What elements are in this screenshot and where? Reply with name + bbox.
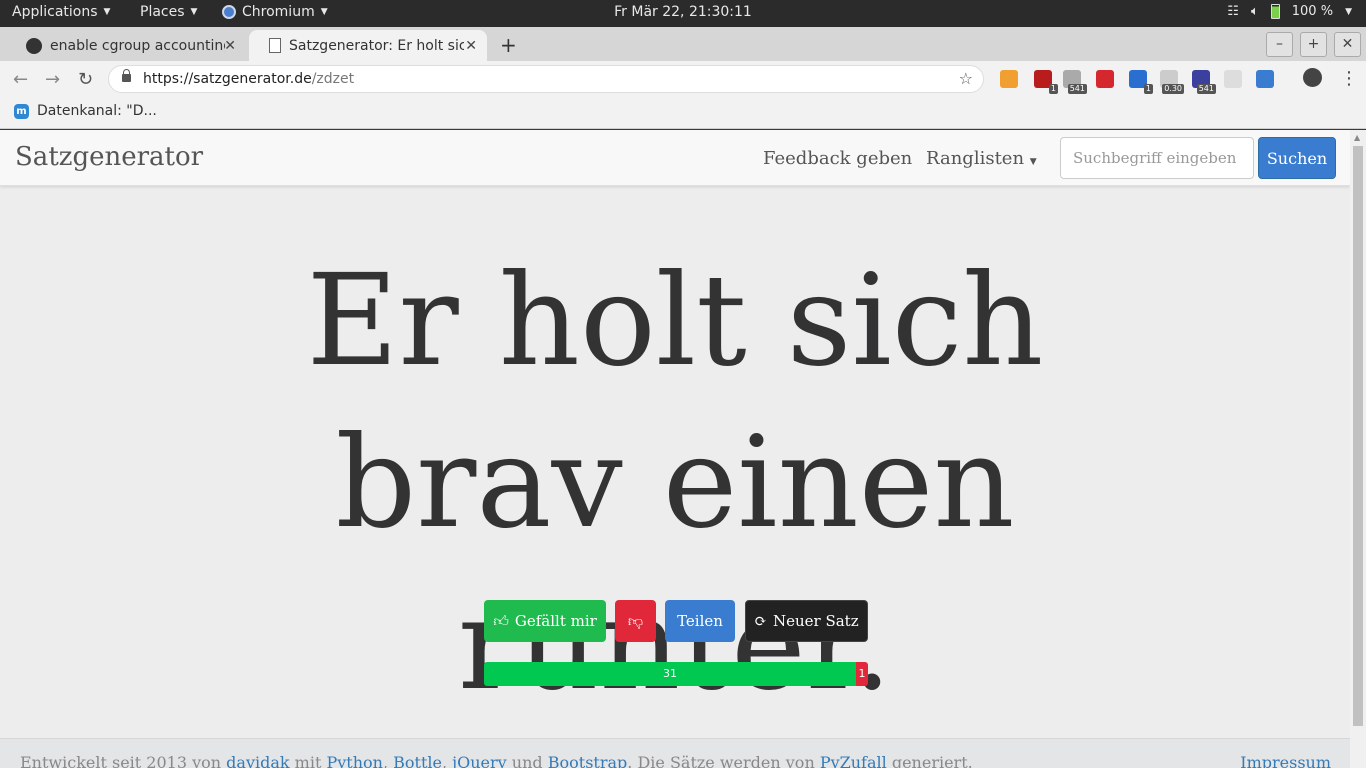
ext-pdf-icon[interactable] bbox=[1096, 70, 1114, 88]
search-button[interactable]: Suchen bbox=[1258, 137, 1336, 179]
volume-icon: 🔈︎ bbox=[1250, 4, 1259, 19]
ext-bars-icon[interactable] bbox=[1224, 70, 1242, 88]
close-tab-icon[interactable]: ✕ bbox=[465, 38, 477, 54]
footer-text: , bbox=[441, 753, 453, 768]
tab-title: enable cgroup accounting bbox=[50, 37, 225, 54]
sentence-line: Er holt sich bbox=[306, 247, 1044, 394]
forward-arrow-icon[interactable]: → bbox=[45, 69, 60, 90]
new-sentence-label: Neuer Satz bbox=[772, 612, 859, 630]
python-link[interactable]: Python bbox=[326, 753, 382, 768]
extension-badge: 541 bbox=[1067, 84, 1087, 94]
ext-s-icon[interactable]: 1 bbox=[1129, 70, 1153, 94]
rating-up-count: 31 bbox=[484, 662, 856, 686]
site-navbar: Satzgenerator Feedback geben Ranglisten … bbox=[0, 130, 1350, 186]
new-sentence-button[interactable]: ⟳ Neuer Satz bbox=[745, 600, 868, 642]
network-icon: ☷ bbox=[1227, 4, 1239, 19]
system-tray[interactable]: ☷ 🔈︎ 100 % ▼ bbox=[1227, 4, 1352, 19]
tab-github[interactable]: enable cgroup accounting ✕ bbox=[6, 30, 246, 61]
footer-text: und bbox=[506, 753, 548, 768]
nav-feedback-link[interactable]: Feedback geben bbox=[763, 148, 912, 169]
bookmark-star-icon[interactable]: ☆ bbox=[959, 69, 973, 88]
github-icon bbox=[26, 37, 42, 54]
jquery-link[interactable]: jQuery bbox=[452, 753, 507, 768]
refresh-icon: ⟳ bbox=[754, 612, 767, 630]
reload-icon[interactable]: ↻ bbox=[78, 69, 93, 90]
minimize-button[interactable]: – bbox=[1266, 32, 1293, 57]
extension-badge: 1 bbox=[1143, 84, 1153, 94]
ext-face-icon[interactable] bbox=[1000, 70, 1018, 88]
footer-text: Entwickelt seit 2013 von bbox=[20, 753, 227, 768]
author-link[interactable]: davidak bbox=[226, 753, 289, 768]
clock[interactable]: Fr Mär 22, 21:30:11 bbox=[0, 4, 1366, 20]
menu-dots-icon[interactable]: ⋮ bbox=[1340, 68, 1358, 89]
bookmark-label: Datenkanal: "D... bbox=[37, 103, 157, 119]
like-label: Gefällt mir bbox=[514, 612, 597, 630]
share-button[interactable]: Teilen bbox=[665, 600, 735, 642]
caret-down-icon: ▼ bbox=[1345, 6, 1352, 17]
site-footer: Entwickelt seit 2013 von davidak mit Pyt… bbox=[0, 738, 1350, 768]
lock-icon bbox=[122, 69, 131, 82]
ext-blue-icon[interactable]: 541 bbox=[1192, 70, 1216, 94]
new-tab-button[interactable]: + bbox=[500, 33, 517, 57]
mastodon-icon: m bbox=[14, 103, 29, 119]
battery-percent: 100 % bbox=[1291, 4, 1334, 19]
browser-toolbar: ← → ↻ https://satzgenerator.de/zdzet ☆ 1… bbox=[0, 61, 1366, 97]
thumbs-down-icon: 👎︎ bbox=[627, 611, 644, 630]
pyzufall-link[interactable]: PyZufall bbox=[820, 753, 887, 768]
ext-feather-icon[interactable] bbox=[1256, 70, 1274, 88]
footer-text: . Die Sätze werden von bbox=[627, 753, 820, 768]
extension-badge: 0.30 bbox=[1162, 84, 1184, 94]
bookmark-bar: m Datenkanal: "D... bbox=[0, 97, 1366, 129]
profile-avatar-icon[interactable] bbox=[1303, 68, 1322, 87]
battery-icon bbox=[1270, 4, 1280, 19]
close-window-button[interactable]: ✕ bbox=[1334, 32, 1361, 57]
dislike-button[interactable]: 👎︎ bbox=[615, 600, 656, 642]
search-input[interactable] bbox=[1060, 137, 1254, 179]
footer-text: mit bbox=[289, 753, 327, 768]
bootstrap-link[interactable]: Bootstrap bbox=[548, 753, 628, 768]
sentence-actions: 👍︎ Gefällt mir 👎︎ Teilen ⟳ Neuer Satz 31… bbox=[484, 600, 868, 686]
sentence-line: brav einen bbox=[335, 409, 1015, 556]
page-scrollbar[interactable]: ▲ bbox=[1350, 130, 1366, 768]
url-path: /zdzet bbox=[311, 71, 355, 87]
nav-ranking-label: Ranglisten bbox=[926, 148, 1025, 169]
web-page: Satzgenerator Feedback geben Ranglisten … bbox=[0, 130, 1350, 768]
tab-strip: enable cgroup accounting ✕ Satzgenerator… bbox=[0, 27, 1366, 61]
bookmark-item[interactable]: m Datenkanal: "D... bbox=[14, 103, 157, 119]
tab-title: Satzgenerator: Er holt sich brav einen r… bbox=[289, 37, 464, 54]
footer-text: generiert. bbox=[886, 753, 973, 768]
system-top-bar: Applications ▼ Places ▼ Chromium ▼ Fr Mä… bbox=[0, 0, 1366, 27]
close-tab-icon[interactable]: ✕ bbox=[224, 38, 236, 54]
footer-credits: Entwickelt seit 2013 von davidak mit Pyt… bbox=[20, 753, 973, 768]
nav-ranking-dropdown[interactable]: Ranglisten ▼ bbox=[926, 148, 1037, 169]
ext-shield-icon[interactable]: 1 bbox=[1034, 70, 1058, 94]
like-button[interactable]: 👍︎ Gefällt mir bbox=[484, 600, 606, 642]
back-arrow-icon[interactable]: ← bbox=[13, 69, 28, 90]
address-bar[interactable]: https://satzgenerator.de/zdzet ☆ bbox=[108, 65, 984, 93]
url-host: https://satzgenerator.de bbox=[143, 71, 312, 87]
site-brand[interactable]: Satzgenerator bbox=[15, 142, 203, 172]
impressum-link[interactable]: Impressum bbox=[1240, 753, 1331, 768]
bottle-link[interactable]: Bottle bbox=[393, 753, 442, 768]
footer-text: , bbox=[382, 753, 394, 768]
ext-gauge-icon[interactable]: 0.30 bbox=[1160, 70, 1184, 94]
ext-stack-icon[interactable]: 541 bbox=[1063, 70, 1087, 94]
extension-badge: 1 bbox=[1048, 84, 1058, 94]
caret-down-icon: ▼ bbox=[1029, 157, 1037, 167]
extension-badge: 541 bbox=[1196, 84, 1216, 94]
maximize-button[interactable]: + bbox=[1300, 32, 1327, 57]
tab-satzgenerator[interactable]: Satzgenerator: Er holt sich brav einen r… bbox=[249, 30, 487, 61]
rating-down-count: 1 bbox=[856, 662, 868, 686]
scrollbar-thumb[interactable] bbox=[1353, 146, 1363, 726]
thumbs-up-icon: 👍︎ bbox=[493, 611, 509, 630]
rating-bar: 31 1 bbox=[484, 662, 868, 686]
scroll-up-icon[interactable]: ▲ bbox=[1354, 133, 1360, 142]
page-icon bbox=[269, 38, 281, 53]
